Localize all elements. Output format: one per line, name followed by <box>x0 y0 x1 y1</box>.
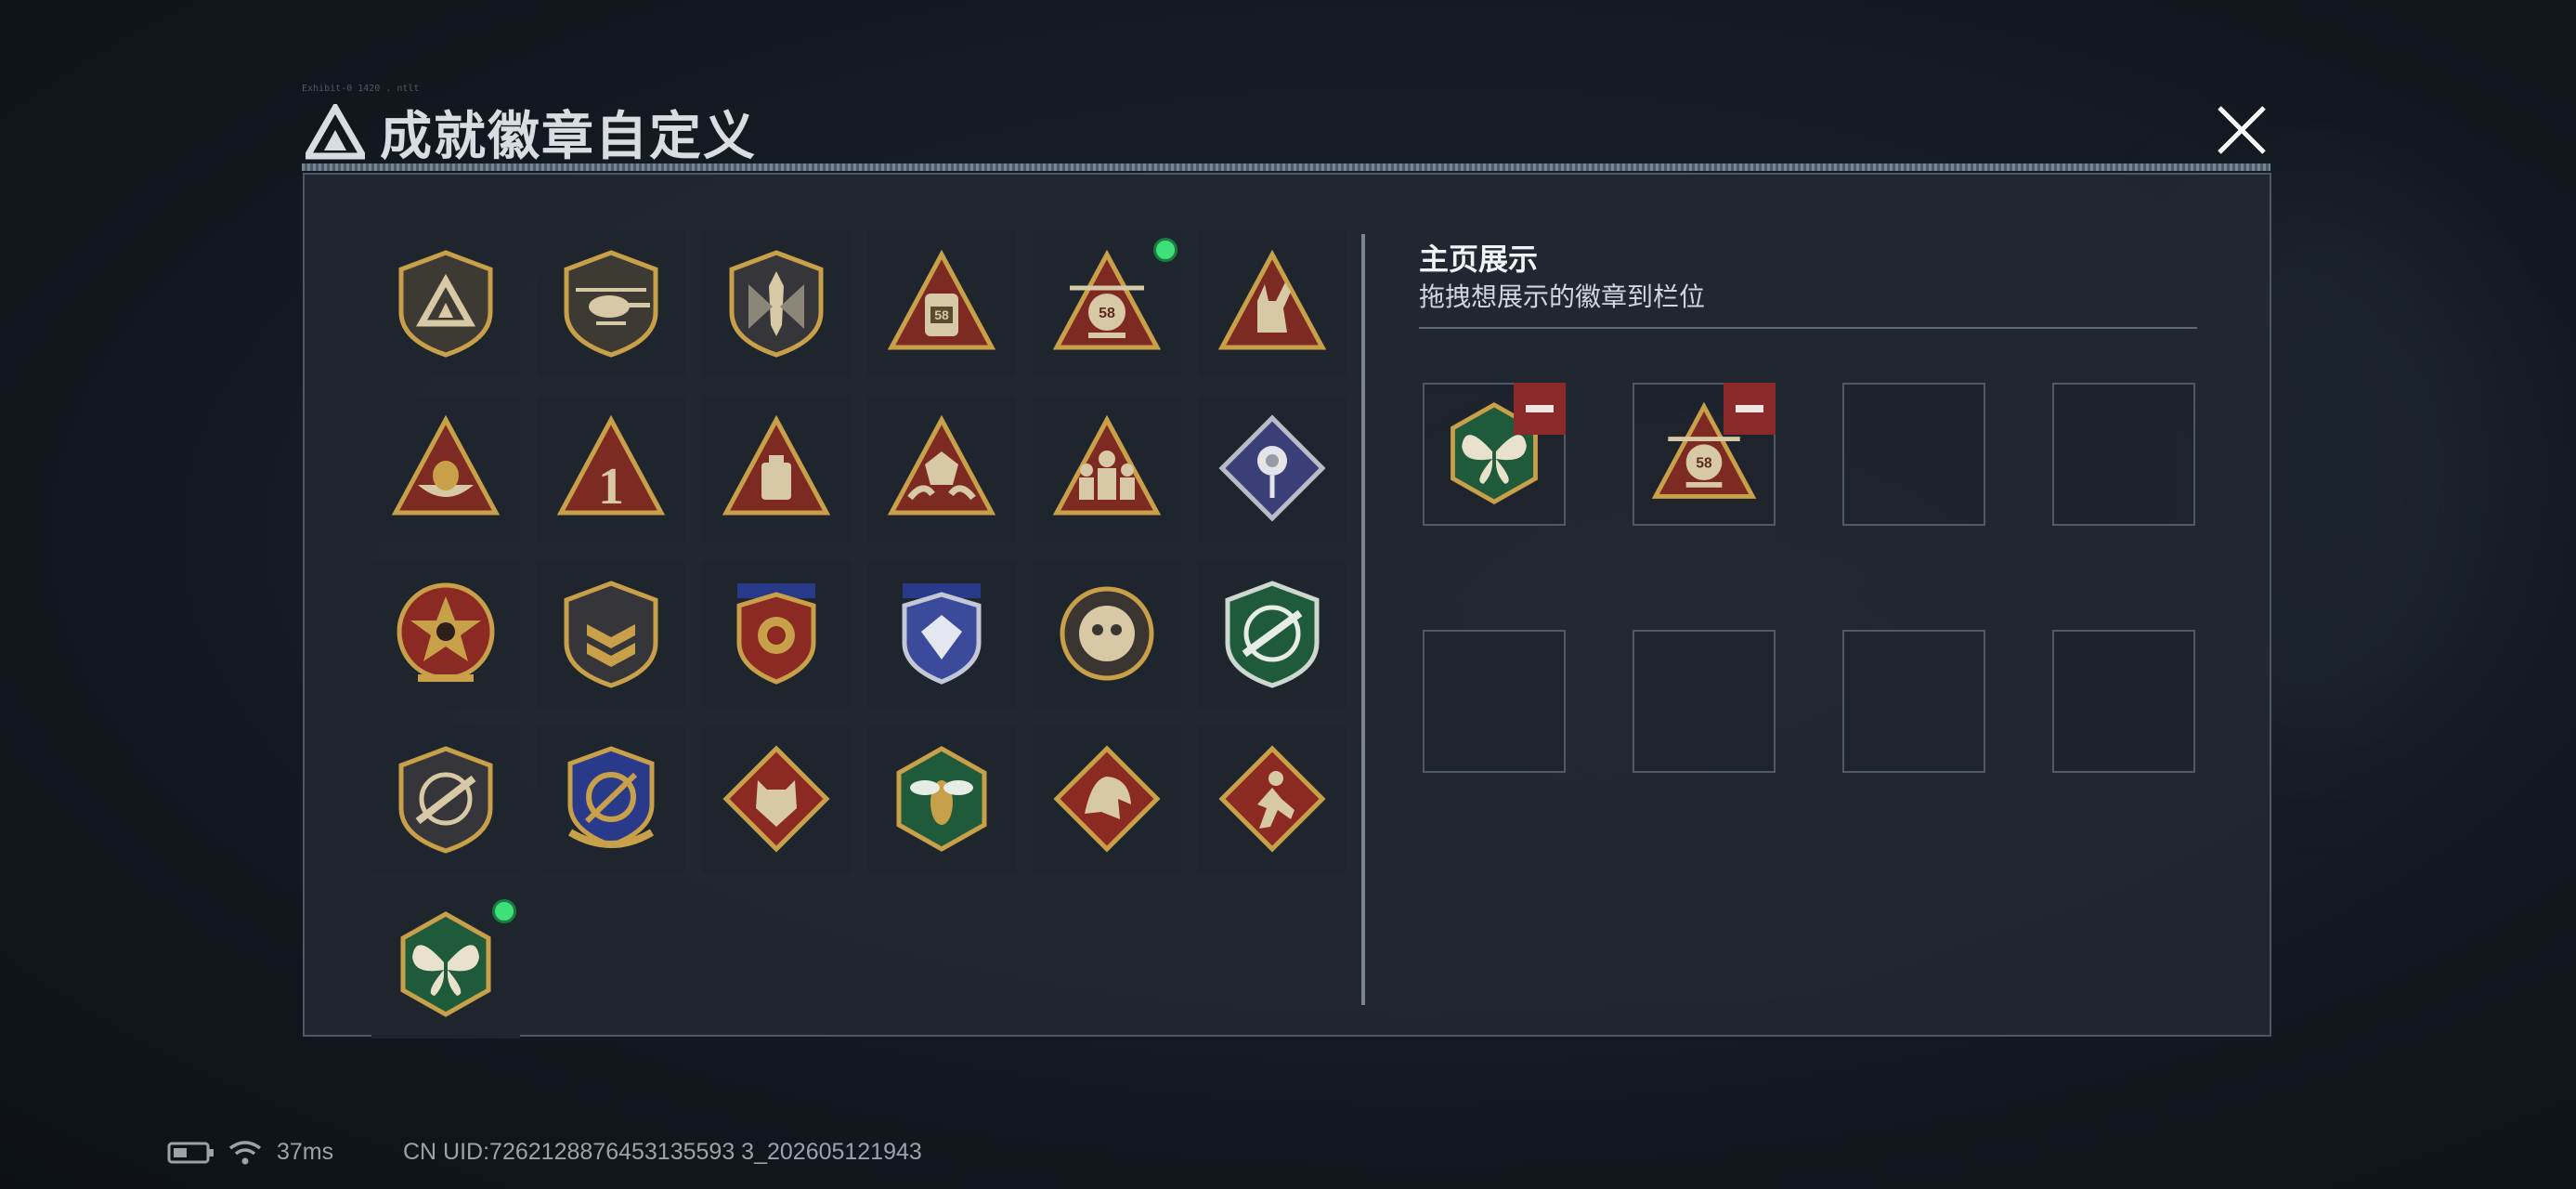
chevron-shield-badge <box>564 581 658 688</box>
battery-icon <box>167 1141 215 1171</box>
badge-label: 58 <box>1099 306 1115 321</box>
showcase-slot-empty[interactable] <box>2052 383 2195 526</box>
badge-label: 1 <box>598 458 624 516</box>
dagger-shield-badge <box>729 250 824 358</box>
helicopter-shield-badge <box>564 250 658 358</box>
badge-cell[interactable] <box>1198 561 1347 708</box>
triangle-logo-icon <box>306 104 365 160</box>
badge-cell[interactable] <box>867 561 1016 708</box>
badge-cell[interactable] <box>1198 396 1347 542</box>
badge-cell[interactable] <box>371 396 520 542</box>
ping-text: 37ms <box>277 1139 334 1165</box>
badge-cell[interactable] <box>537 726 685 873</box>
badge-cell[interactable] <box>1033 396 1181 542</box>
badge-cell[interactable] <box>867 726 1016 873</box>
badge-cell[interactable] <box>1198 726 1347 873</box>
title-bar: Exhibit-0 1420 . ntlt 成就徽章自定义 <box>302 84 2270 165</box>
showcase-slot[interactable] <box>1423 383 1566 526</box>
badge-label: 58 <box>1696 456 1712 472</box>
badge-cell[interactable] <box>702 230 851 377</box>
showcase-divider <box>1419 327 2197 329</box>
badge-cell[interactable] <box>702 726 851 873</box>
badge-cell[interactable] <box>1033 561 1181 708</box>
showcase-slot-empty[interactable] <box>1633 630 1776 773</box>
badge-label: 58 <box>934 307 949 322</box>
panel-divider <box>1361 234 1365 1005</box>
green-rifle-badge <box>1225 581 1320 688</box>
selected-indicator <box>492 899 516 923</box>
badge-cell[interactable] <box>1033 726 1181 873</box>
showcase-slot-empty[interactable] <box>1842 630 1985 773</box>
crosshair-rifle-badge <box>398 746 493 854</box>
badge-cell[interactable] <box>371 726 520 873</box>
badge-cell[interactable] <box>371 561 520 708</box>
round-beast-badge <box>1060 586 1154 681</box>
badge-cell[interactable] <box>371 892 520 1039</box>
badge-cell[interactable]: 1 <box>537 396 685 542</box>
butterfly-hexagon-badge <box>400 911 491 1017</box>
triangle-shield-badge <box>398 250 493 358</box>
badge-cell[interactable] <box>537 561 685 708</box>
runner-diamond-badge <box>1218 745 1326 853</box>
close-icon <box>2218 106 2266 154</box>
backpack-58-badge: 58 <box>887 249 996 350</box>
page-title: 成就徽章自定义 <box>380 107 757 165</box>
skull-star-badge <box>397 582 495 682</box>
showcase-slot-empty[interactable] <box>2052 630 2195 773</box>
rose-diamond-badge <box>1218 414 1326 522</box>
badge-cell[interactable]: 58 <box>867 230 1016 377</box>
badge-cell[interactable]: 58 <box>1033 230 1181 377</box>
wifi-icon <box>228 1139 262 1173</box>
micro-label: Exhibit-0 1420 . ntlt <box>302 84 420 94</box>
showcase-subtitle: 拖拽想展示的徽章到栏位 <box>1419 282 1706 311</box>
badge-cell[interactable] <box>1198 230 1347 377</box>
dragon-diamond-badge <box>1053 745 1161 853</box>
badge-cell[interactable] <box>537 230 685 377</box>
hornet-hexagon-badge <box>896 746 987 852</box>
remove-badge-button[interactable] <box>1724 383 1776 435</box>
selected-indicator <box>1153 238 1177 262</box>
nest-egg-badge <box>391 414 501 516</box>
hand-gesture-badge <box>1217 249 1327 350</box>
badge-cell[interactable] <box>867 396 1016 542</box>
badge-cell[interactable] <box>702 396 851 542</box>
crossed-arrows-badge <box>567 746 655 848</box>
title-divider <box>302 163 2270 171</box>
wolf-diamond-badge <box>722 745 830 853</box>
showcase-slot[interactable]: 58 <box>1633 383 1776 526</box>
blue-diamond-badge <box>902 583 982 685</box>
remove-badge-button[interactable] <box>1514 383 1566 435</box>
badge-panel: 58 58 1 主页展示 拖拽想展示的徽章到栏位 58 <box>303 173 2271 1039</box>
gold-ribbon-badge <box>736 583 816 685</box>
uid-text: CN UID:7262128876453135593 3_20260512194… <box>403 1139 922 1165</box>
number-one-badge: 1 <box>556 414 666 516</box>
helicopter-58-badge: 58 <box>1052 249 1162 350</box>
close-button[interactable] <box>2203 97 2277 162</box>
gold-bar-badge <box>722 414 831 516</box>
badge-cell[interactable] <box>702 561 851 708</box>
squad-badge <box>1052 414 1162 516</box>
showcase-slot-empty[interactable] <box>1842 383 1985 526</box>
badge-cell[interactable] <box>371 230 520 377</box>
showcase-title: 主页展示 <box>1419 242 1539 276</box>
dice-hands-badge <box>887 414 996 516</box>
showcase-slot-empty[interactable] <box>1423 630 1566 773</box>
